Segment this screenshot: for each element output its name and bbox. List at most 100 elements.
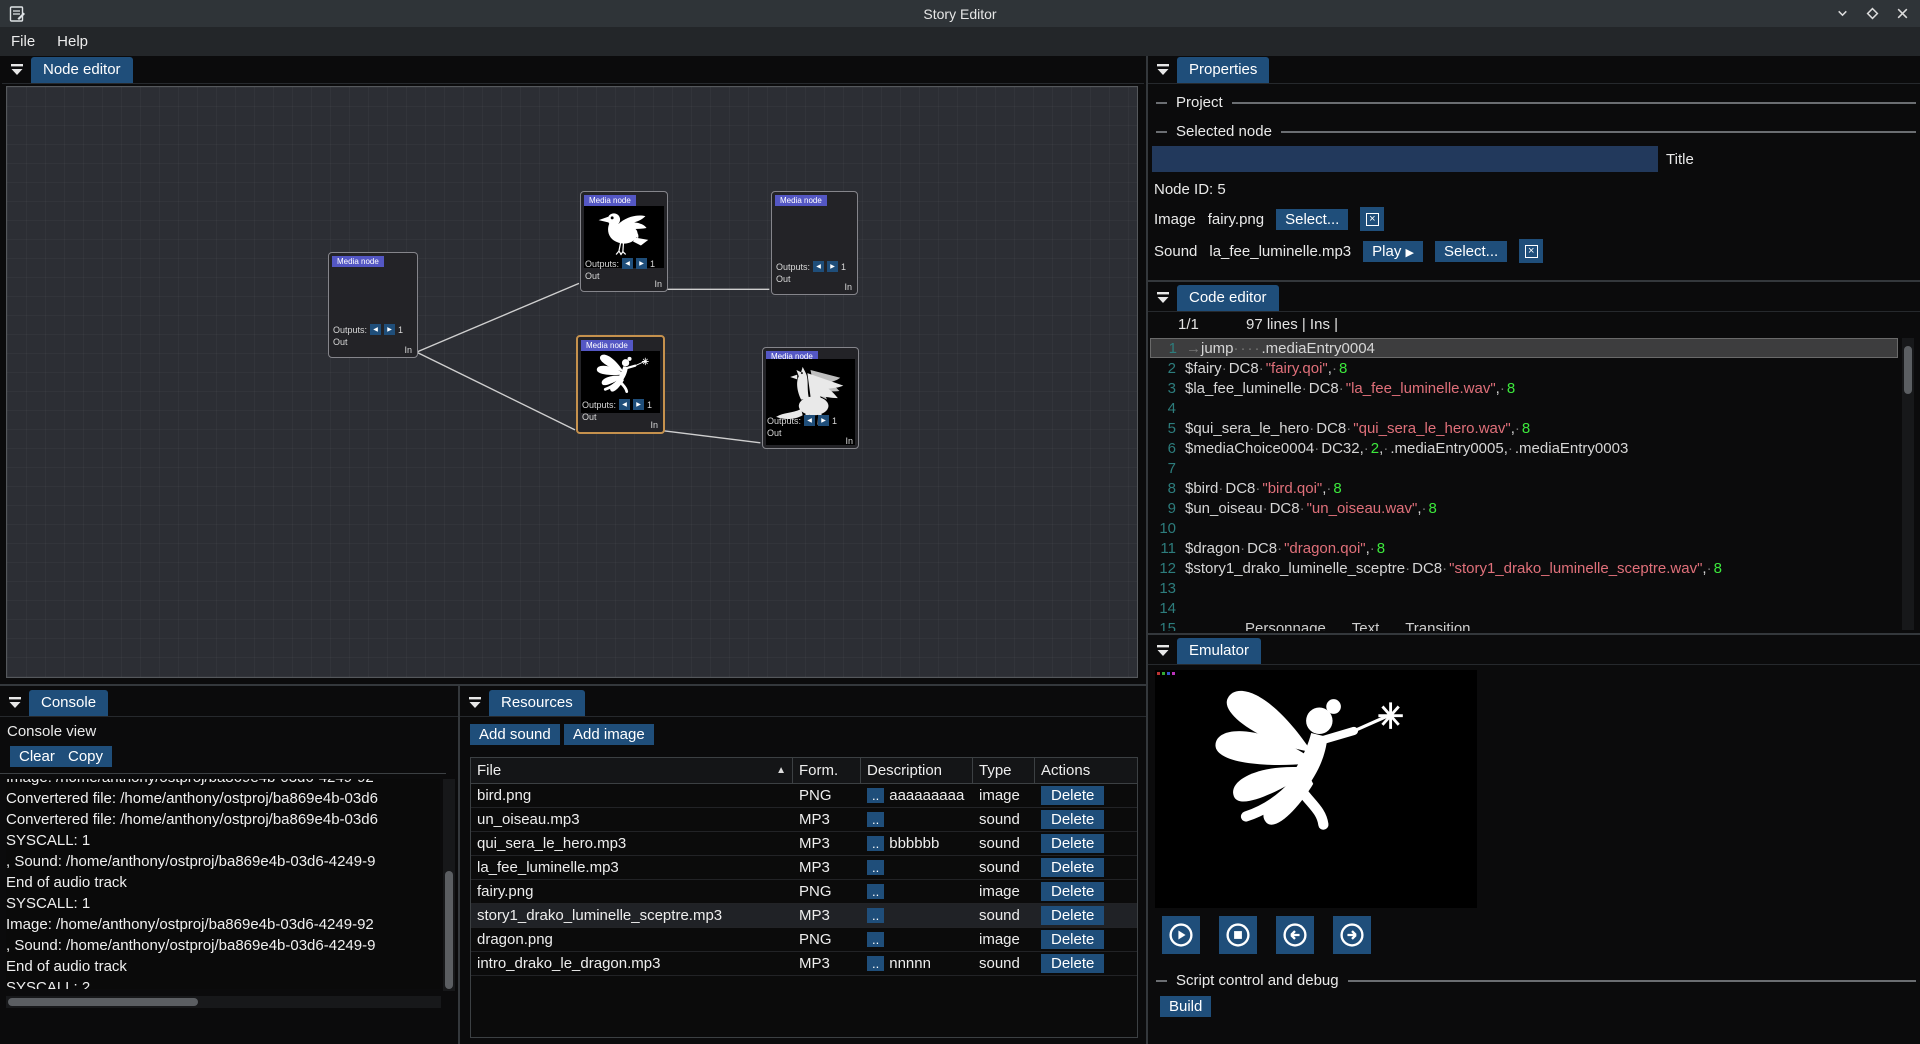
code-line-partial[interactable]: 15 Personnage Text Transition: [1150, 620, 1890, 631]
column-header-type[interactable]: Type: [973, 758, 1035, 783]
node-out-port[interactable]: Out: [582, 412, 597, 422]
resource-row[interactable]: la_fee_luminelle.mp3MP3..soundDelete: [471, 856, 1137, 880]
code-line-13[interactable]: 13: [1150, 578, 1898, 598]
column-header-file[interactable]: File▲: [471, 758, 793, 783]
collapse-resources-button[interactable]: [468, 696, 482, 709]
output-prev-button[interactable]: ◀: [619, 399, 630, 410]
resource-row[interactable]: intro_drako_le_dragon.mp3MP3..nnnnnsound…: [471, 952, 1137, 976]
resource-row[interactable]: fairy.pngPNG..imageDelete: [471, 880, 1137, 904]
tab-properties[interactable]: Properties: [1177, 57, 1269, 83]
edit-description-button[interactable]: ..: [867, 884, 884, 899]
code-editor-scrollbar[interactable]: [1902, 338, 1914, 630]
output-next-button[interactable]: ▶: [818, 415, 829, 426]
resource-row[interactable]: qui_sera_le_hero.mp3MP3..bbbbbbsoundDele…: [471, 832, 1137, 856]
graph-node-fairy[interactable]: Media nodeOutputs:◀▶1OutIn: [576, 335, 665, 434]
code-editor-scrollbar-thumb[interactable]: [1904, 346, 1912, 394]
tab-code-editor[interactable]: Code editor: [1177, 285, 1279, 311]
column-header-format[interactable]: Form.: [793, 758, 861, 783]
console-copy-button[interactable]: Copy: [59, 746, 112, 767]
output-next-button[interactable]: ▶: [384, 324, 395, 335]
code-line-1[interactable]: 1→jump····.mediaEntry0004: [1150, 338, 1898, 358]
node-in-port[interactable]: In: [844, 282, 852, 292]
code-line-7[interactable]: 7: [1150, 458, 1898, 478]
edit-description-button[interactable]: ..: [867, 956, 884, 971]
node-in-port[interactable]: In: [845, 436, 853, 446]
output-prev-button[interactable]: ◀: [804, 415, 815, 426]
output-next-button[interactable]: ▶: [827, 261, 838, 272]
console-horizontal-scrollbar-thumb[interactable]: [8, 998, 198, 1006]
emulator-step-forward-button[interactable]: [1333, 916, 1371, 954]
console-vertical-scrollbar[interactable]: [443, 779, 455, 991]
close-button[interactable]: [1894, 6, 1910, 22]
sound-clear-button[interactable]: ×: [1519, 239, 1543, 263]
node-out-port[interactable]: Out: [767, 428, 782, 438]
add-sound-button[interactable]: Add sound: [470, 724, 560, 745]
output-prev-button[interactable]: ◀: [813, 261, 824, 272]
console-clear-button[interactable]: Clear: [10, 746, 64, 767]
menu-file[interactable]: File: [0, 27, 46, 56]
collapse-node-editor-button[interactable]: [10, 63, 24, 76]
code-line-6[interactable]: 6$mediaChoice0004·DC32,·2,·.mediaEntry00…: [1150, 438, 1898, 458]
sound-select-button[interactable]: Select...: [1435, 241, 1507, 262]
output-next-button[interactable]: ▶: [633, 399, 644, 410]
code-line-8[interactable]: 8$bird·DC8·"bird.qoi",·8: [1150, 478, 1898, 498]
code-editor-area[interactable]: 1→jump····.mediaEntry00042$fairy·DC8·"fa…: [1150, 338, 1898, 618]
code-line-10[interactable]: 10: [1150, 518, 1898, 538]
node-graph-canvas[interactable]: Media nodeOutputs:◀▶1OutInMedia nodeOutp…: [6, 86, 1138, 678]
delete-resource-button[interactable]: Delete: [1041, 834, 1104, 853]
menu-help[interactable]: Help: [46, 27, 99, 56]
emulator-step-back-button[interactable]: [1276, 916, 1314, 954]
delete-resource-button[interactable]: Delete: [1041, 954, 1104, 973]
resource-row[interactable]: bird.pngPNG..aaaaaaaaaimageDelete: [471, 784, 1137, 808]
delete-resource-button[interactable]: Delete: [1041, 930, 1104, 949]
tab-resources[interactable]: Resources: [489, 690, 585, 716]
code-line-9[interactable]: 9$un_oiseau·DC8·"un_oiseau.wav",·8: [1150, 498, 1898, 518]
tab-console[interactable]: Console: [29, 690, 108, 716]
resource-row[interactable]: dragon.pngPNG..imageDelete: [471, 928, 1137, 952]
image-select-button[interactable]: Select...: [1276, 209, 1348, 230]
code-line-11[interactable]: 11$dragon·DC8·"dragon.qoi",·8: [1150, 538, 1898, 558]
edit-description-button[interactable]: ..: [867, 836, 884, 851]
maximize-button[interactable]: [1864, 6, 1880, 22]
delete-resource-button[interactable]: Delete: [1041, 786, 1104, 805]
emulator-play-button[interactable]: [1162, 916, 1200, 954]
node-in-port[interactable]: In: [650, 420, 658, 430]
console-horizontal-scrollbar[interactable]: [6, 996, 441, 1008]
resource-row[interactable]: story1_drako_luminelle_sceptre.mp3MP3..s…: [471, 904, 1137, 928]
image-clear-button[interactable]: ×: [1360, 207, 1384, 231]
node-title-input[interactable]: [1152, 146, 1658, 172]
edit-description-button[interactable]: ..: [867, 908, 884, 923]
node-in-port[interactable]: In: [404, 345, 412, 355]
graph-node-start[interactable]: Media nodeOutputs:◀▶1OutIn: [328, 252, 418, 358]
code-line-5[interactable]: 5$qui_sera_le_hero·DC8·"qui_sera_le_hero…: [1150, 418, 1898, 438]
output-next-button[interactable]: ▶: [636, 258, 647, 269]
graph-node-dragon[interactable]: Media nodeOutputs:◀▶1OutIn: [762, 347, 859, 449]
node-out-port[interactable]: Out: [585, 271, 600, 281]
code-line-3[interactable]: 3$la_fee_luminelle·DC8·"la_fee_luminelle…: [1150, 378, 1898, 398]
code-line-4[interactable]: 4: [1150, 398, 1898, 418]
node-out-port[interactable]: Out: [776, 274, 791, 284]
add-image-button[interactable]: Add image: [564, 724, 654, 745]
resource-row[interactable]: un_oiseau.mp3MP3..soundDelete: [471, 808, 1137, 832]
sound-play-button[interactable]: Play ▶: [1363, 241, 1423, 262]
collapse-console-button[interactable]: [8, 696, 22, 709]
graph-node-choice[interactable]: Media nodeOutputs:◀▶1OutIn: [771, 191, 858, 295]
output-prev-button[interactable]: ◀: [622, 258, 633, 269]
minimize-button[interactable]: [1834, 6, 1850, 22]
delete-resource-button[interactable]: Delete: [1041, 882, 1104, 901]
code-line-14[interactable]: 14: [1150, 598, 1898, 618]
edit-description-button[interactable]: ..: [867, 812, 884, 827]
delete-resource-button[interactable]: Delete: [1041, 906, 1104, 925]
tab-node-editor[interactable]: Node editor: [31, 57, 133, 83]
code-line-12[interactable]: 12$story1_drako_luminelle_sceptre·DC8·"s…: [1150, 558, 1898, 578]
collapse-code-editor-button[interactable]: [1156, 291, 1170, 304]
edit-description-button[interactable]: ..: [867, 788, 884, 803]
collapse-properties-button[interactable]: [1156, 63, 1170, 76]
column-header-actions[interactable]: Actions: [1035, 758, 1129, 783]
node-out-port[interactable]: Out: [333, 337, 348, 347]
delete-resource-button[interactable]: Delete: [1041, 810, 1104, 829]
code-line-2[interactable]: 2$fairy·DC8·"fairy.qoi",·8: [1150, 358, 1898, 378]
edit-description-button[interactable]: ..: [867, 860, 884, 875]
graph-node-bird[interactable]: Media nodeOutputs:◀▶1OutIn: [580, 191, 668, 292]
column-header-description[interactable]: Description: [861, 758, 973, 783]
